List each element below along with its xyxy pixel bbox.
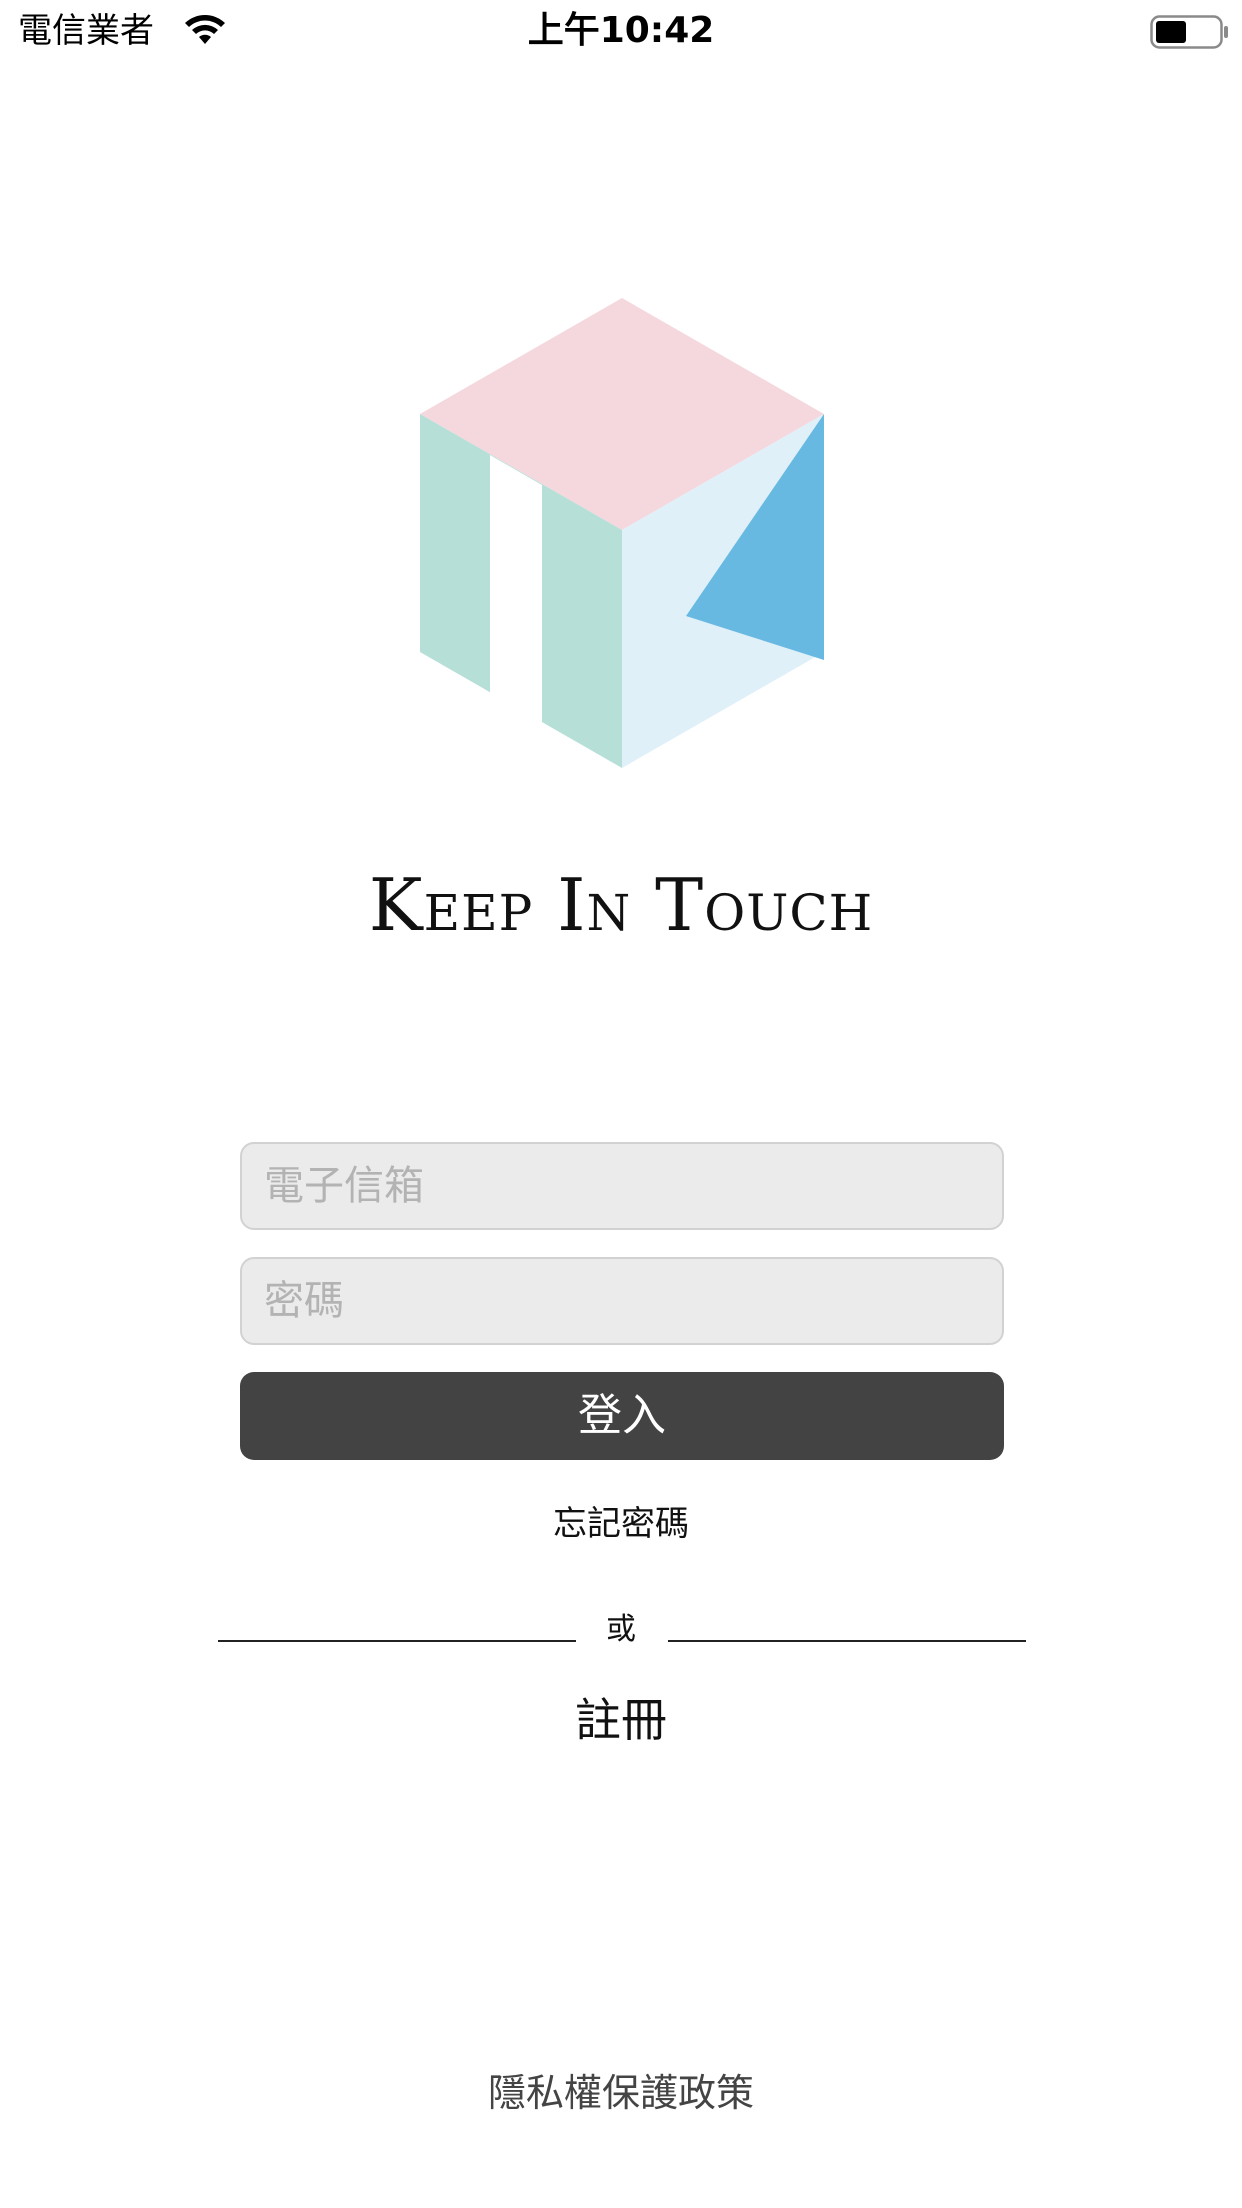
divider-right [668,1640,1026,1642]
password-field[interactable] [240,1257,1004,1345]
cube-logo-icon [420,298,824,768]
login-button[interactable]: 登入 [240,1372,1004,1460]
divider-label: 或 [606,1612,636,1647]
status-bar: 電信業者 上午10:42 [0,0,1242,62]
battery-icon [1150,15,1228,49]
email-field[interactable] [240,1142,1004,1230]
clock: 上午10:42 [527,10,715,51]
forgot-password-link[interactable]: 忘記密碼 [0,1500,1242,1548]
privacy-policy-link[interactable]: 隱私權保護政策 [0,2066,1242,2120]
brand-title: Keep In Touch [368,863,874,947]
password-input[interactable] [242,1259,1002,1343]
email-input[interactable] [242,1144,1002,1228]
register-link[interactable]: 註冊 [0,1688,1242,1752]
